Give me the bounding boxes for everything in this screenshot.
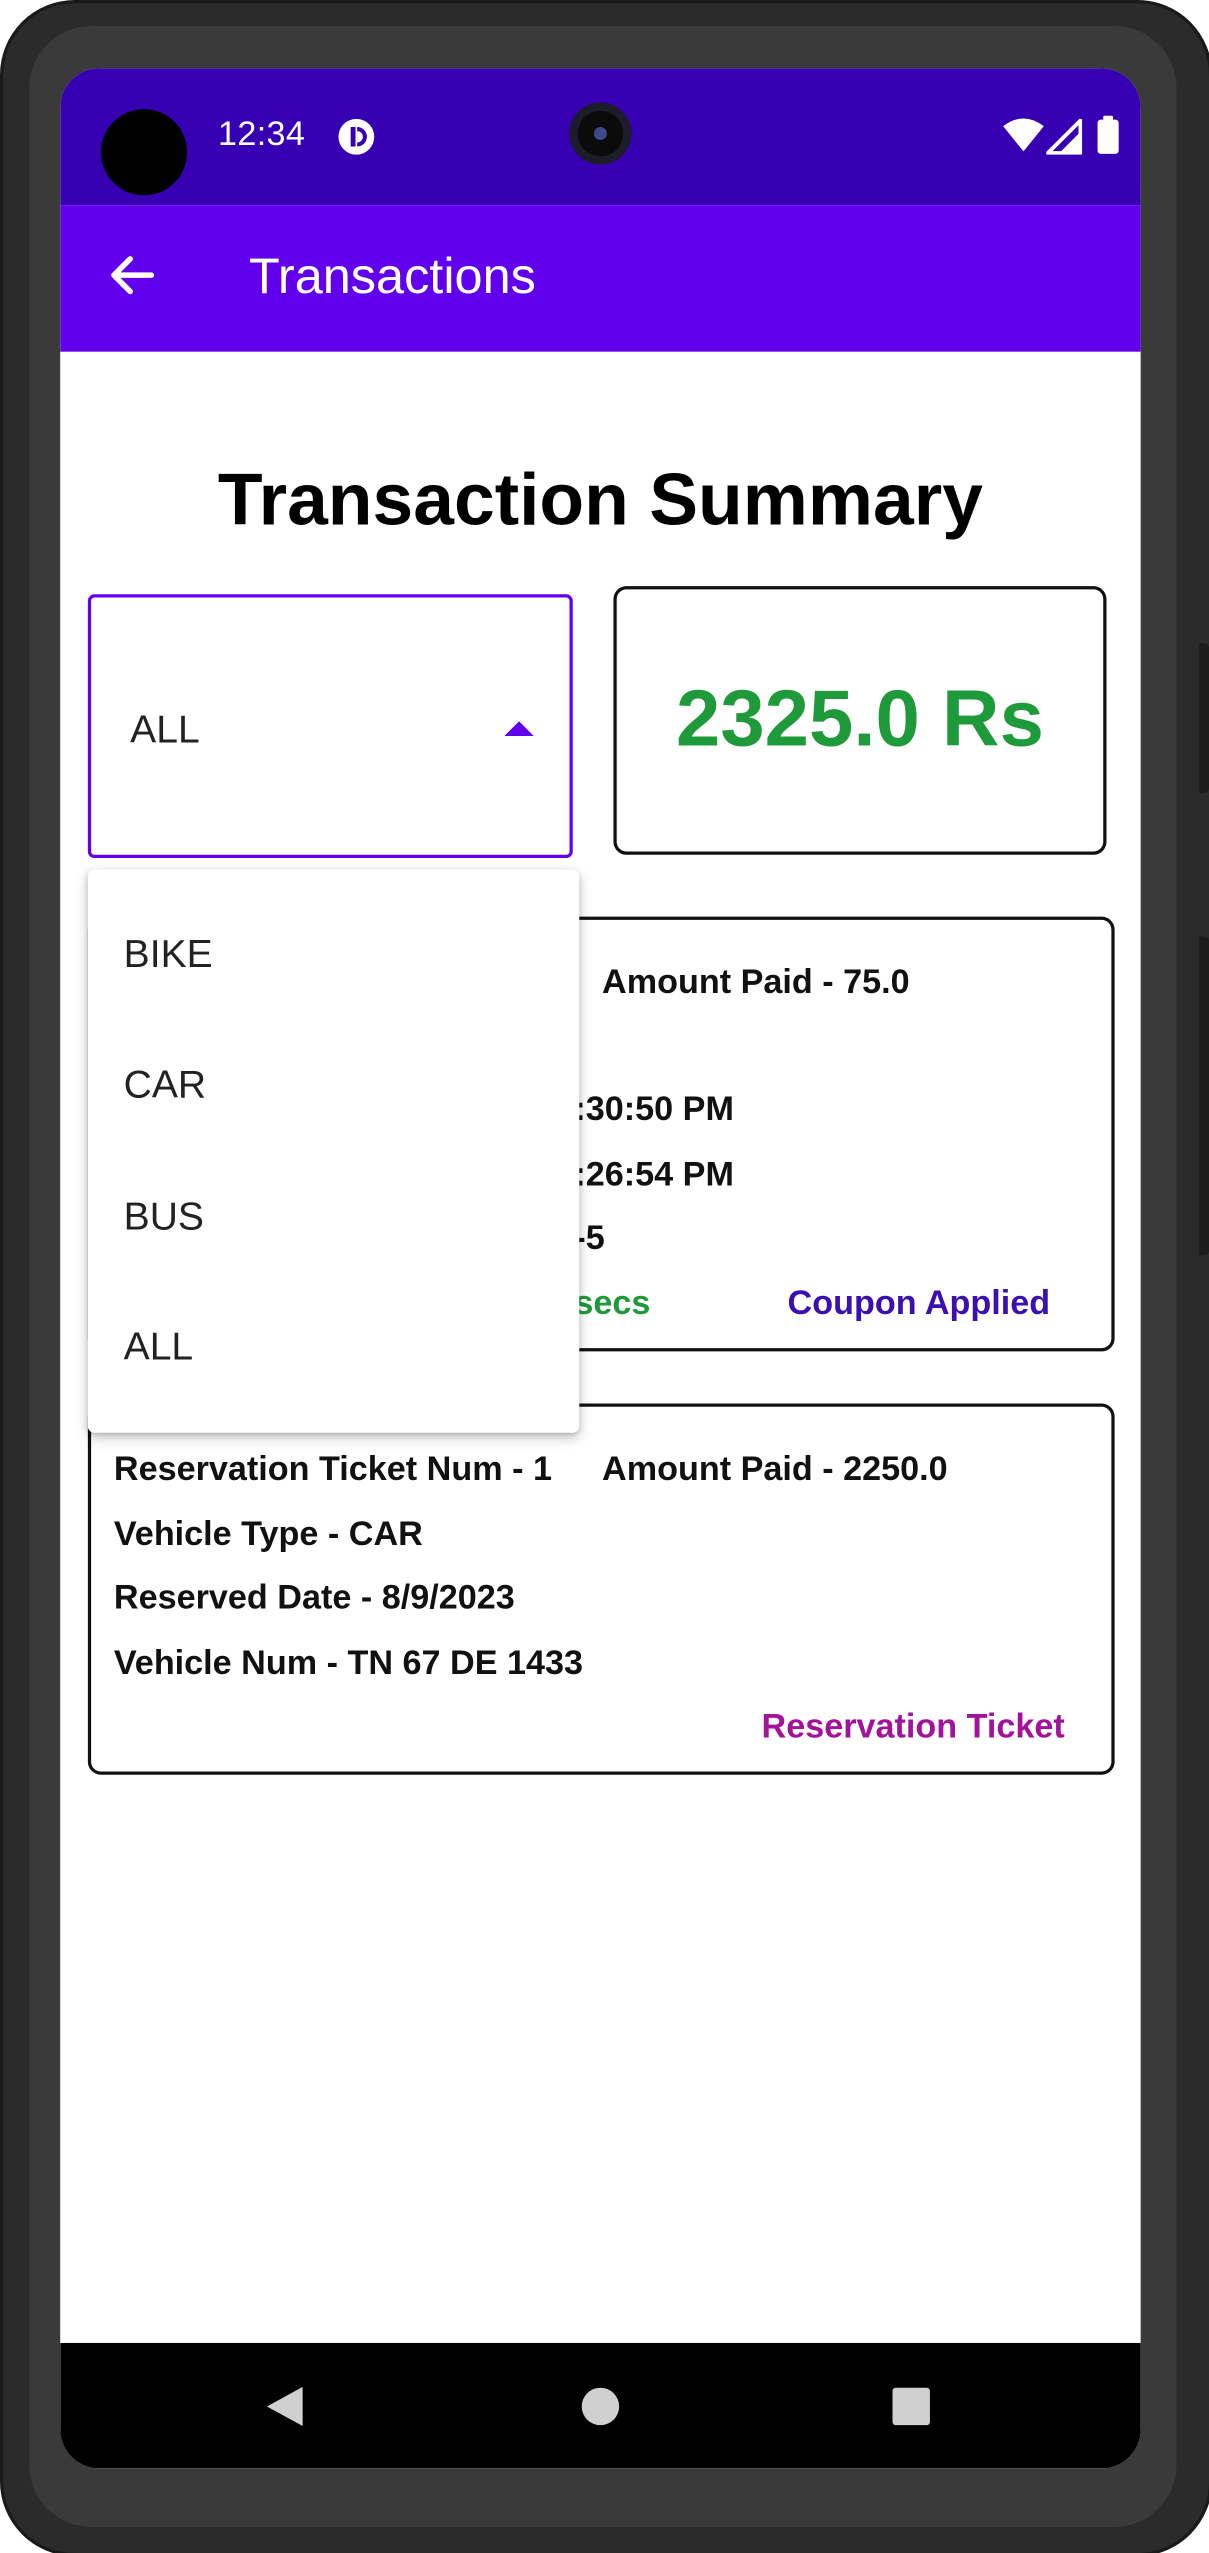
page-title: Transaction Summary [217, 457, 983, 541]
reserved-date: Reserved Date - 8/9/2023 [113, 1579, 515, 1617]
battery-icon [1097, 115, 1120, 162]
app-notification-icon [337, 117, 376, 163]
square-recents-icon[interactable] [892, 2387, 931, 2433]
transaction-card: Reservation Ticket Num - 1 Amount Paid -… [87, 1403, 1115, 1775]
vehicle-number: Vehicle Num - TN 67 DE 1433 [113, 1644, 584, 1682]
total-amount: 2325.0 Rs [675, 675, 1044, 764]
reservation-ticket-num: Reservation Ticket Num - 1 [113, 1450, 552, 1489]
back-arrow-icon[interactable] [106, 249, 158, 301]
front-camera [569, 102, 632, 165]
status-bar: 12:34 [60, 68, 1141, 206]
amount-paid: Amount Paid - 75.0 [602, 963, 910, 1002]
exit-time-partial: :26:54 PM [574, 1156, 734, 1194]
menu-item-label: BUS [123, 1195, 204, 1240]
phone-screen: 12:34 Transactions Transaction Summary A… [60, 68, 1141, 2469]
menu-item-label: ALL [123, 1325, 194, 1370]
vehicle-type: Vehicle Type - CAR [113, 1515, 423, 1554]
duration-partial: secs [574, 1284, 651, 1323]
menu-item-bike[interactable]: BIKE [88, 891, 579, 1021]
signal-icon [1045, 118, 1083, 161]
app-bar-title: Transactions [248, 247, 536, 305]
phone-device: 12:34 Transactions Transaction Summary A… [0, 0, 1209, 2553]
triangle-back-icon[interactable] [265, 2385, 304, 2434]
menu-item-all[interactable]: ALL [88, 1283, 579, 1413]
vehicle-filter-dropdown[interactable]: ALL [87, 594, 573, 859]
volume-rocker [1199, 936, 1209, 1256]
coupon-applied-tag: Coupon Applied [787, 1284, 1051, 1323]
caret-up-icon [504, 721, 534, 736]
volume-up-button [1199, 643, 1209, 793]
dropdown-selected-value: ALL [130, 708, 200, 753]
menu-item-bus[interactable]: BUS [88, 1153, 579, 1283]
status-time: 12:34 [218, 115, 306, 154]
circle-home-icon[interactable] [581, 2387, 620, 2433]
menu-item-label: BIKE [123, 932, 213, 977]
camera-cutout-left [100, 109, 188, 196]
wifi-icon [1002, 116, 1044, 162]
menu-item-label: CAR [123, 1063, 207, 1108]
reservation-ticket-tag: Reservation Ticket [761, 1707, 1065, 1746]
entry-time-partial: :30:50 PM [574, 1090, 734, 1129]
filter-dropdown-menu: BIKE CAR BUS ALL [87, 869, 580, 1433]
total-amount-box: 2325.0 Rs [613, 586, 1107, 855]
system-nav-bar [60, 2342, 1141, 2469]
app-bar: Transactions [60, 205, 1141, 352]
amount-paid: Amount Paid - 2250.0 [602, 1450, 948, 1489]
menu-item-car[interactable]: CAR [88, 1021, 579, 1151]
